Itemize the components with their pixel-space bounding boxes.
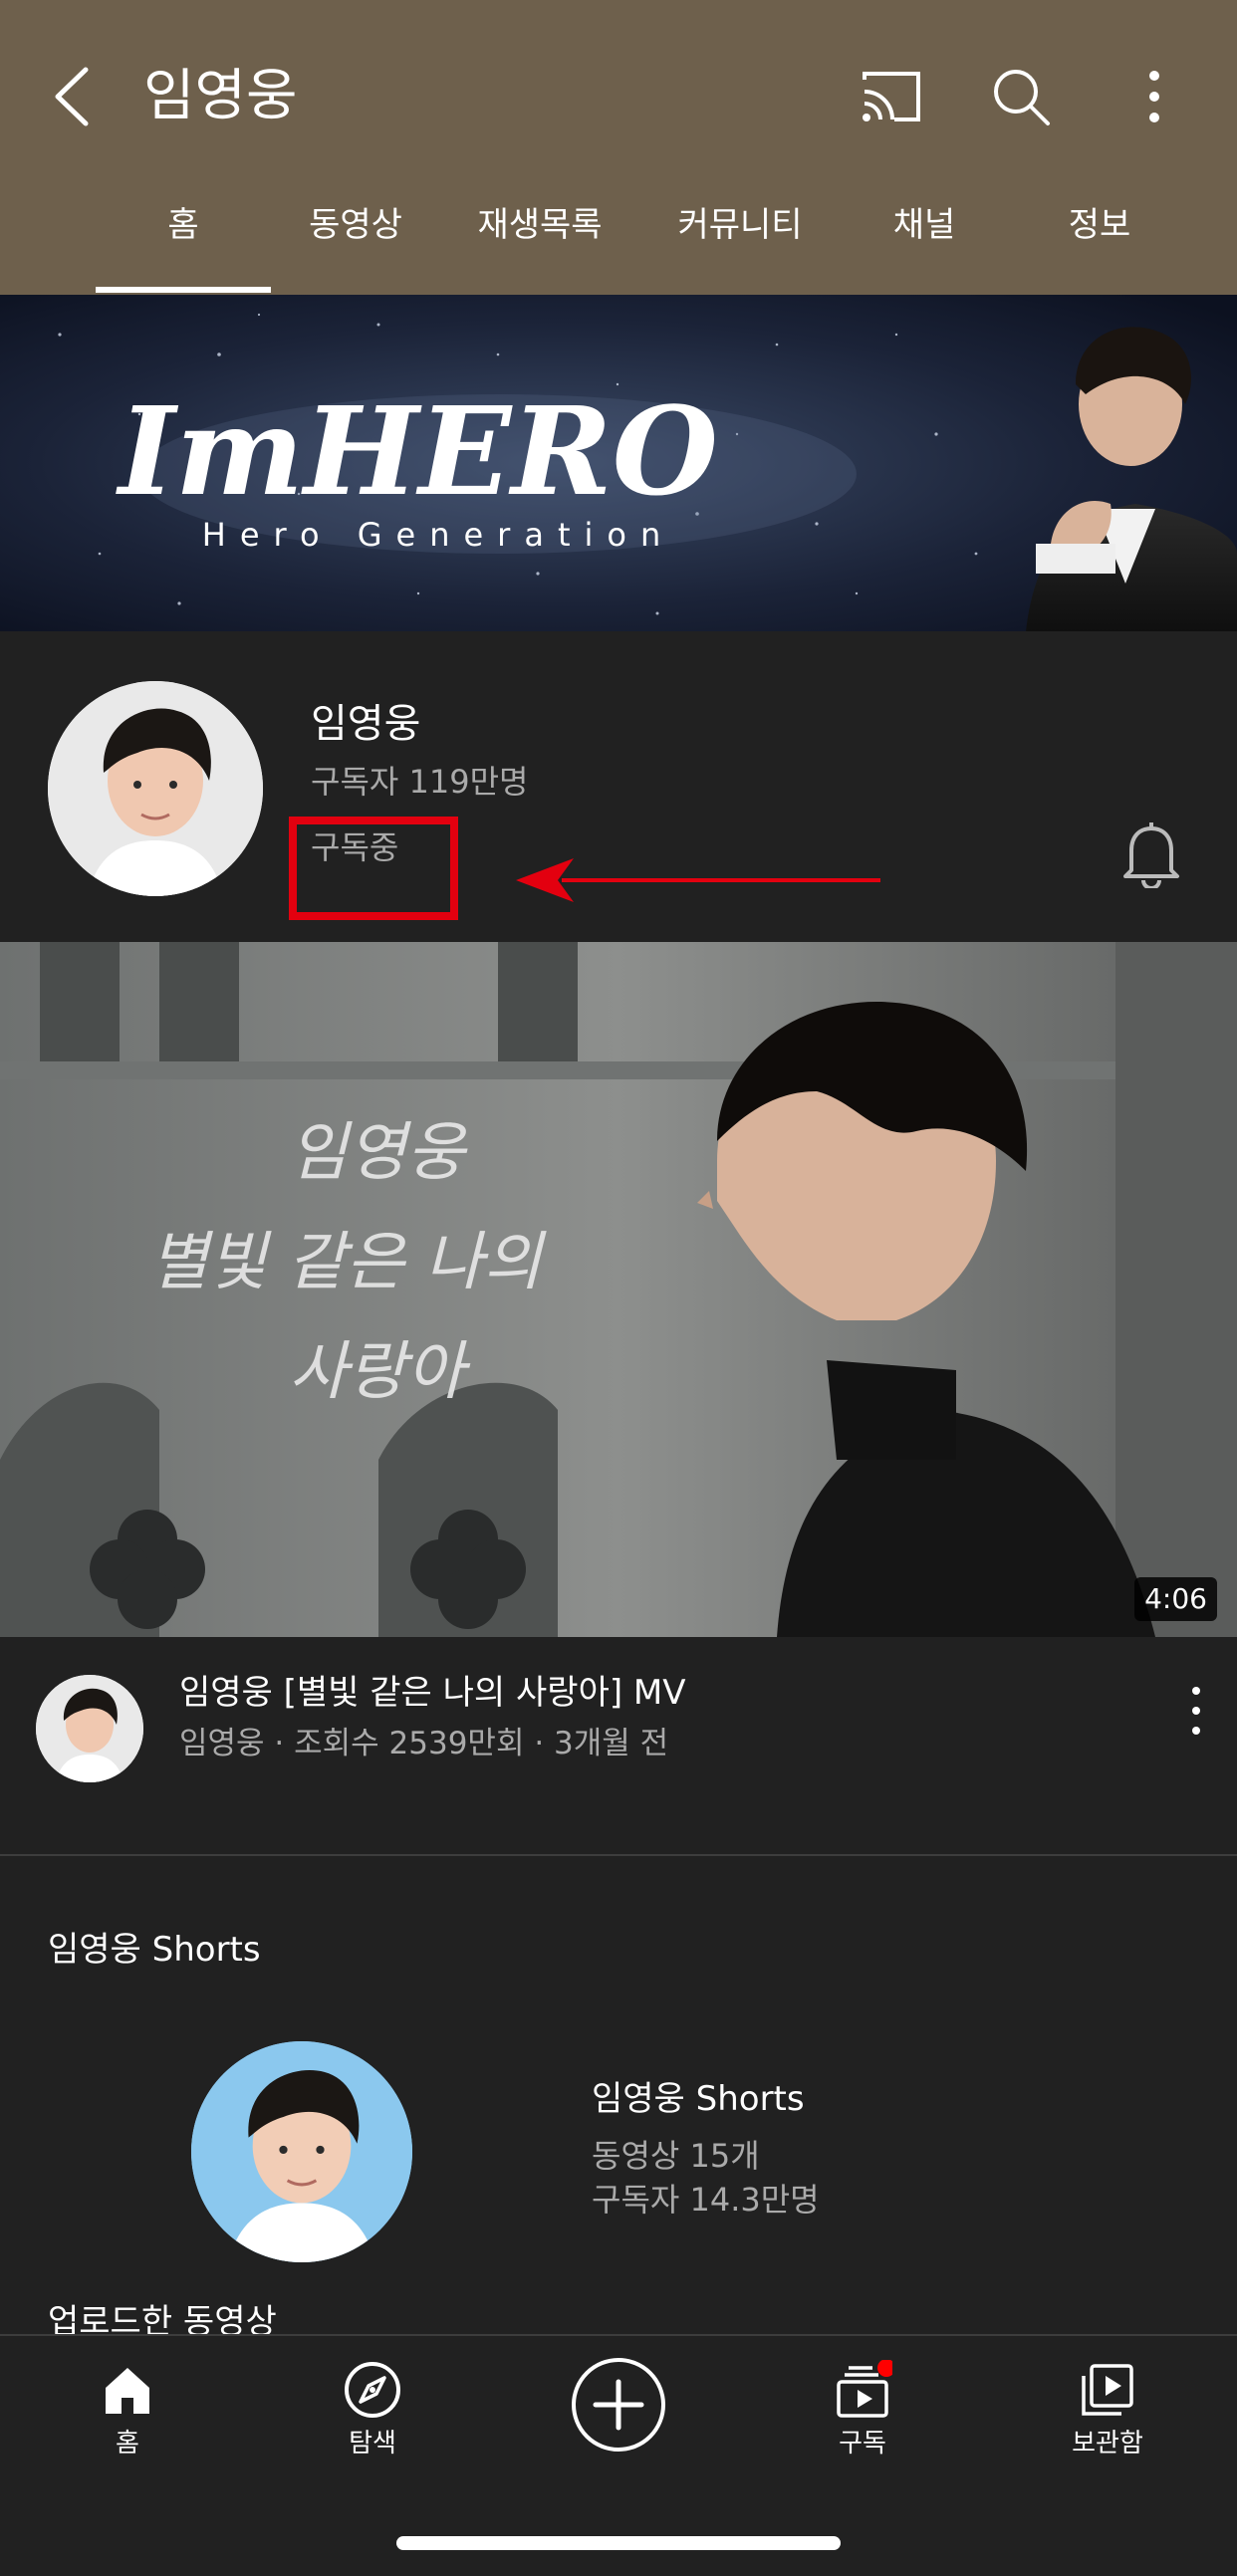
cast-icon[interactable] (857, 62, 926, 131)
shorts-channel-avatar[interactable] (191, 2041, 412, 2262)
tab-channels[interactable]: 채널 (865, 189, 984, 295)
top-app-bar: 임영웅 (0, 40, 1237, 151)
nav-home-label: 홈 (116, 2429, 139, 2459)
notification-bell-icon[interactable] (1119, 819, 1183, 888)
shorts-video-count: 동영상 15개 (592, 2137, 760, 2175)
tab-videos[interactable]: 동영상 (281, 189, 430, 295)
nav-explore-label: 탐색 (349, 2429, 396, 2459)
channel-tabs: 홈 동영상 재생목록 커뮤니티 채널 정보 (0, 189, 1237, 295)
nav-library-label: 보관함 (1072, 2429, 1143, 2459)
subscriptions-icon (837, 2360, 892, 2418)
banner-image: ImHERO Hero Generation (0, 295, 1237, 631)
more-vertical-icon[interactable] (1119, 62, 1189, 131)
video-meta: 임영웅 · 조회수 2539만회 · 3개월 전 (179, 1726, 669, 1761)
thumbnail-calligraphy: 임영웅 별빛 같은 나의 사랑아 (149, 1116, 542, 1409)
back-arrow-icon[interactable] (46, 62, 106, 131)
banner-logo-text: ImHERO (116, 379, 718, 523)
video-duration: 4:06 (1134, 1577, 1217, 1621)
compass-icon (345, 2362, 400, 2418)
tab-about[interactable]: 정보 (1040, 189, 1159, 295)
channel-info: 임영웅 구독자 119만명 구독중 (0, 631, 1237, 942)
banner-tagline: Hero Generation (202, 516, 674, 554)
tab-community[interactable]: 커뮤니티 (661, 189, 819, 295)
page-title: 임영웅 (143, 64, 298, 128)
create-plus-icon[interactable] (570, 2356, 667, 2454)
uploads-section-title: 업로드한 동영상 (48, 2302, 277, 2336)
featured-video-thumbnail[interactable]: 임영웅 별빛 같은 나의 사랑아 4:06 (0, 942, 1237, 1637)
nav-home[interactable]: 홈 (48, 2360, 207, 2463)
red-arrow-annotation (516, 858, 880, 902)
video-more-icon[interactable] (1181, 1681, 1211, 1741)
library-icon (1082, 2364, 1133, 2416)
shorts-subscriber-count: 구독자 14.3만명 (592, 2181, 820, 2219)
shorts-channel-name[interactable]: 임영웅 Shorts (592, 2077, 805, 2121)
video-title[interactable]: 임영웅 [별빛 같은 나의 사랑아] MV (179, 1671, 686, 1715)
channel-name: 임영웅 (311, 701, 421, 747)
home-indicator[interactable] (396, 2536, 841, 2550)
channel-avatar[interactable] (48, 681, 263, 896)
highlight-box (289, 817, 458, 920)
shorts-section-title: 임영웅 Shorts (48, 1930, 261, 1970)
video-info[interactable]: 임영웅 [별빛 같은 나의 사랑아] MV 임영웅 · 조회수 2539만회 ·… (0, 1637, 1237, 1856)
nav-library[interactable]: 보관함 (1028, 2360, 1187, 2463)
subscriber-count: 구독자 119만명 (311, 763, 529, 801)
tab-home[interactable]: 홈 (96, 189, 271, 295)
channel-header: 임영웅 홈 동영상 재생목록 커뮤니티 채널 정보 (0, 0, 1237, 295)
video-channel-avatar[interactable] (36, 1675, 143, 1782)
nav-subscriptions[interactable]: 구독 (783, 2360, 942, 2463)
tab-playlists[interactable]: 재생목록 (464, 189, 616, 295)
nav-subscriptions-label: 구독 (839, 2429, 886, 2459)
channel-banner: ImHERO Hero Generation (0, 295, 1237, 631)
nav-explore[interactable]: 탐색 (293, 2360, 452, 2463)
section-divider (0, 1854, 1237, 1856)
search-icon[interactable] (986, 62, 1056, 131)
home-icon (106, 2368, 149, 2414)
